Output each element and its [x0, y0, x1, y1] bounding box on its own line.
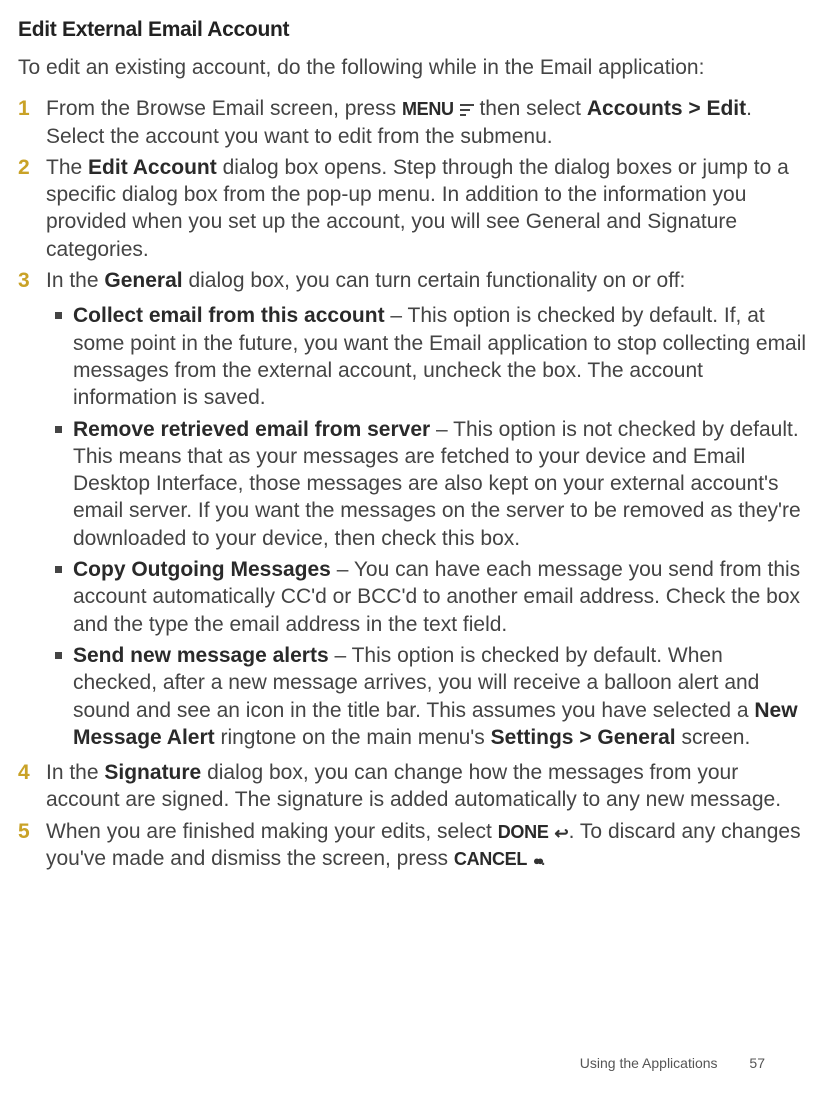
bullet4-text2: ringtone on the main menu's [215, 726, 491, 749]
done-icon: ↩ [554, 823, 568, 845]
bullet4-text3: screen. [676, 726, 751, 749]
step2-pre: The [46, 156, 88, 179]
step3-bold: General [104, 269, 182, 292]
bullet3-bold: Copy Outgoing Messages [73, 558, 331, 581]
options-list: Collect email from this account – This o… [46, 302, 807, 751]
bullet4-bold3: Settings > General [491, 726, 676, 749]
step3-pre: In the [46, 269, 104, 292]
menu-icon [460, 104, 474, 116]
steps-list: From the Browse Email screen, press MENU… [18, 95, 807, 872]
step-5: When you are finished making your edits,… [18, 818, 807, 873]
menu-label: MENU [402, 99, 454, 119]
option-remove-retrieved: Remove retrieved email from server – Thi… [46, 416, 807, 552]
step1-bold: Accounts > Edit [587, 97, 746, 120]
option-copy-outgoing: Copy Outgoing Messages – You can have ea… [46, 556, 807, 638]
option-collect-email: Collect email from this account – This o… [46, 302, 807, 411]
step-4: In the Signature dialog box, you can cha… [18, 759, 807, 814]
bullet2-bold: Remove retrieved email from server [73, 418, 430, 441]
step1-pre: From the Browse Email screen, press [46, 97, 402, 120]
step4-bold: Signature [104, 761, 201, 784]
page-number: 57 [749, 1055, 765, 1071]
step-2: The Edit Account dialog box opens. Step … [18, 154, 807, 263]
option-send-alerts: Send new message alerts – This option is… [46, 642, 807, 751]
step3-post: dialog box, you can turn certain functio… [183, 269, 686, 292]
page-footer: Using the Applications 57 [580, 1055, 765, 1071]
footer-section: Using the Applications [580, 1055, 718, 1071]
step-3: In the General dialog box, you can turn … [18, 267, 807, 751]
step4-pre: In the [46, 761, 104, 784]
cancel-label: CANCEL [454, 849, 527, 869]
section-heading: Edit External Email Account [18, 18, 807, 42]
step2-bold: Edit Account [88, 156, 217, 179]
done-label: DONE [498, 822, 549, 842]
intro-text: To edit an existing account, do the foll… [18, 54, 807, 81]
step5-pre: When you are finished making your edits,… [46, 820, 498, 843]
bullet1-bold: Collect email from this account [73, 304, 385, 327]
step5-post: . [540, 847, 546, 870]
bullet4-bold: Send new message alerts [73, 644, 329, 667]
step1-mid: then select [474, 97, 587, 120]
step-1: From the Browse Email screen, press MENU… [18, 95, 807, 150]
